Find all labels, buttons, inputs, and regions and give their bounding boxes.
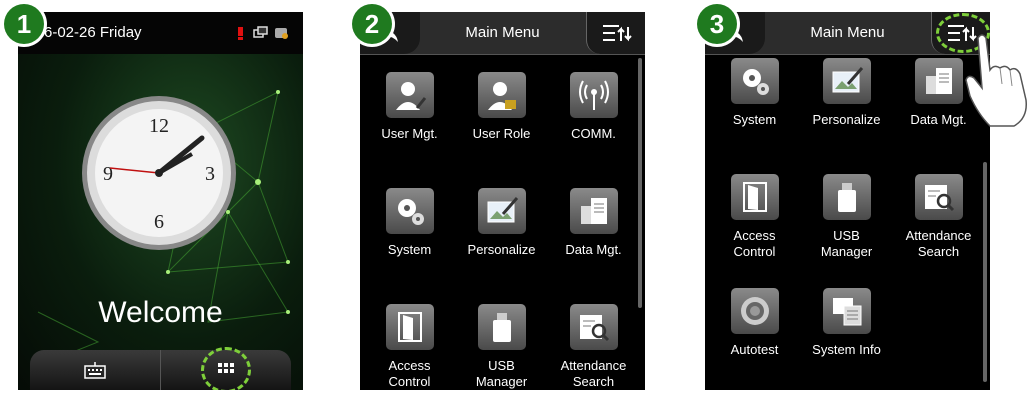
menu-item-user-mgt[interactable]: User Mgt. <box>362 72 457 142</box>
menu-item-label: Attendance Search <box>905 228 972 259</box>
menu-item-personalize[interactable]: Personalize <box>454 188 549 258</box>
menu-item-system-info[interactable]: System Info <box>799 288 894 358</box>
device-icon <box>274 26 288 40</box>
menu-item-label: COMM. <box>571 126 616 141</box>
menu-item-comm[interactable]: COMM. <box>546 72 641 142</box>
usb-manager-icon <box>477 304 526 350</box>
menu-item-label: User Mgt. <box>381 126 438 141</box>
menu-item-label: Personalize <box>812 112 881 127</box>
menu-button[interactable] <box>161 347 291 390</box>
usb-manager-icon <box>822 174 871 220</box>
menu-item-label: System <box>732 112 777 127</box>
analog-clock: 12 3 6 9 <box>82 96 236 250</box>
main-menu-screen: Main Menu User Mgt. User Role COMM. Syst… <box>360 12 645 390</box>
menu-item-access-control[interactable]: Access Control <box>362 304 457 390</box>
status-bar: 6-02-26 Friday <box>18 12 303 54</box>
menu-item-label: USB Manager <box>820 228 873 259</box>
system-icon <box>730 58 779 104</box>
step-badge-1: 1 <box>4 4 44 44</box>
menu-item-usb-manager[interactable]: USB Manager <box>799 174 894 260</box>
menu-item-user-role[interactable]: User Role <box>454 72 549 142</box>
keyboard-button[interactable] <box>30 350 161 390</box>
menu-header: Main Menu <box>705 12 990 55</box>
menu-item-personalize[interactable]: Personalize <box>799 58 894 128</box>
welcome-text: Welcome <box>98 296 223 329</box>
menu-item-system[interactable]: System <box>362 188 457 258</box>
user-mgt-icon <box>385 72 434 118</box>
clock-numeral-6: 6 <box>154 211 164 233</box>
system-info-icon <box>822 288 871 334</box>
date-label: 6-02-26 Friday <box>44 24 142 41</box>
attendance-search-icon <box>569 304 618 350</box>
home-screen: 6-02-26 Friday 12 3 6 9 Welcome <box>18 12 303 390</box>
autotest-icon <box>730 288 779 334</box>
comm-icon <box>569 72 618 118</box>
menu-item-label: Data Mgt. <box>565 242 622 257</box>
clock-numeral-12: 12 <box>149 115 169 137</box>
menu-item-autotest[interactable]: Autotest <box>707 288 802 358</box>
user-role-icon <box>477 72 526 118</box>
menu-content: System Personalize Data Mgt. Access Cont… <box>705 54 990 390</box>
menu-item-label: Personalize <box>467 242 536 257</box>
menu-item-label: Access Control <box>733 228 776 259</box>
data-mgt-icon <box>569 188 618 234</box>
tapping-hand-icon <box>965 34 1027 127</box>
data-mgt-icon <box>914 58 963 104</box>
menu-item-data-mgt[interactable]: Data Mgt. <box>546 188 641 258</box>
scrollbar[interactable] <box>983 162 987 382</box>
menu-item-label: System Info <box>812 342 881 357</box>
clock-numeral-3: 3 <box>205 163 215 185</box>
menu-item-label: User Role <box>472 126 531 141</box>
menu-item-label: System <box>387 242 432 257</box>
tap-highlight <box>201 347 251 390</box>
personalize-icon <box>477 188 526 234</box>
system-icon <box>385 188 434 234</box>
menu-item-label: Attendance Search <box>560 358 627 389</box>
menu-item-system[interactable]: System <box>707 58 802 128</box>
network-icon <box>253 26 268 40</box>
menu-item-usb-manager[interactable]: USB Manager <box>454 304 549 390</box>
menu-item-label: Access Control <box>388 358 431 389</box>
scrollbar[interactable] <box>638 58 642 308</box>
menu-item-attendance-search[interactable]: Attendance Search <box>891 174 986 260</box>
main-menu-scrolled-screen: System Personalize Data Mgt. Access Cont… <box>705 12 990 390</box>
menu-header: Main Menu <box>360 12 645 55</box>
bottom-bar <box>30 347 291 390</box>
step-badge-2: 2 <box>352 4 392 44</box>
step-badge-3: 3 <box>697 4 737 44</box>
menu-item-attendance-search[interactable]: Attendance Search <box>546 304 641 390</box>
sort-icon <box>603 25 632 42</box>
sort-button[interactable] <box>586 12 645 54</box>
menu-item-access-control[interactable]: Access Control <box>707 174 802 260</box>
keyboard-icon <box>84 362 106 379</box>
attendance-search-icon <box>914 174 963 220</box>
access-control-icon <box>385 304 434 350</box>
menu-item-label: Autotest <box>730 342 779 357</box>
access-control-icon <box>730 174 779 220</box>
clock-numeral-9: 9 <box>103 163 113 185</box>
menu-item-label: USB Manager <box>475 358 528 389</box>
alert-icon <box>234 26 248 40</box>
personalize-icon <box>822 58 871 104</box>
